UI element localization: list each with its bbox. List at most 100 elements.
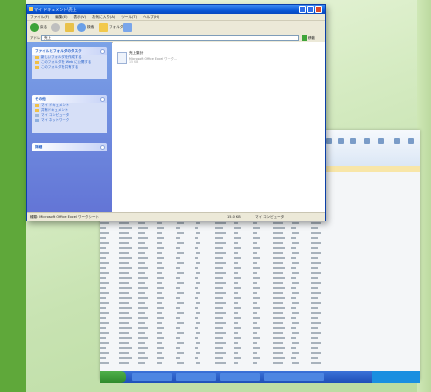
task-share-folder[interactable]: このフォルダを共有する [32,65,107,70]
maximize-button[interactable] [307,6,314,13]
table-cell [137,346,148,349]
chevron-up-icon[interactable] [100,96,105,102]
table-cell [176,351,184,354]
table-cell [272,276,286,279]
menu-tools[interactable]: ツール(T) [121,14,137,20]
details-header[interactable]: 詳細 [32,143,107,151]
table-cell [234,326,242,329]
table-cell [195,271,201,274]
selected-cells [322,166,420,172]
table-cell [233,321,239,324]
forward-icon[interactable] [51,23,60,32]
table-cell [291,301,300,304]
table-cell [273,231,283,234]
table-cell [100,321,109,324]
table-cell [175,266,181,269]
table-cell [100,221,109,224]
taskbar-item[interactable] [132,373,172,381]
place-my-network[interactable]: マイ ネットワーク [32,118,107,123]
start-button[interactable] [100,371,126,383]
up-folder-icon[interactable] [65,23,74,32]
menu-file[interactable]: ファイル(F) [30,14,49,20]
table-cell [291,276,296,279]
table-cell [253,226,260,229]
ribbon-icon[interactable] [378,138,384,144]
go-arrow-icon[interactable] [302,35,307,41]
table-cell [119,246,132,249]
table-cell [215,296,224,299]
table-cell [137,311,146,314]
table-cell [215,271,226,274]
status-location: マイ コンピュータ [255,215,285,219]
status-size: 15.0 KB [227,215,241,219]
table-cell [118,361,129,364]
table-cell [100,316,107,319]
file-tasks-header[interactable]: ファイルとフォルダのタスク [32,47,107,55]
menu-edit[interactable]: 編集(E) [55,14,67,20]
search-label[interactable]: 検索 [87,25,94,30]
table-cell [253,346,260,349]
table-cell [119,326,132,329]
table-cell [234,276,242,279]
back-icon[interactable] [30,23,39,32]
table-cell [100,226,107,229]
table-cell [176,311,184,314]
ribbon-icon[interactable] [338,138,344,144]
close-button[interactable] [315,6,322,13]
search-icon[interactable] [77,23,86,32]
table-cell [137,281,146,284]
table-cell [195,321,201,324]
table-cell [234,256,242,259]
taskbar-item[interactable] [176,373,216,381]
table-cell [176,321,184,324]
table-cell [157,281,162,284]
table-cell [100,281,109,284]
table-cell [156,256,164,259]
go-label[interactable]: 移動 [308,36,315,41]
folders-label[interactable]: フォルダ [109,25,123,30]
globe-icon [35,61,39,64]
table-cell [311,231,321,234]
ribbon-icon[interactable] [394,138,400,144]
folders-icon[interactable] [99,23,108,32]
menu-favorites[interactable]: お気に入り(A) [92,14,115,20]
table-cell [311,251,321,254]
menu-view[interactable]: 表示(V) [74,14,86,20]
table-cell [215,281,226,284]
taskbar-item[interactable] [264,373,324,381]
taskbar-item[interactable] [220,373,260,381]
table-cell [118,251,129,254]
ribbon-icon[interactable] [350,138,356,144]
menu-help[interactable]: ヘルプ(H) [143,14,159,20]
network-icon [35,119,39,122]
spreadsheet-grid[interactable] [100,220,420,370]
back-label[interactable]: 戻る [40,25,47,30]
views-icon[interactable] [123,23,132,32]
table-cell [195,311,201,314]
table-cell [311,281,321,284]
table-cell [119,316,132,319]
table-cell [215,236,224,239]
table-cell [119,336,132,339]
table-cell [215,291,226,294]
title-bar[interactable]: マイ ドキュメント\売上 [27,5,325,14]
ribbon-icon[interactable] [326,138,332,144]
table-cell [311,351,321,354]
table-cell [100,306,107,309]
table-cell [253,266,260,269]
other-places-header[interactable]: その他 [32,95,107,103]
chevron-down-icon[interactable] [100,144,105,150]
table-cell [157,361,162,364]
table-cell [195,361,201,364]
address-input[interactable]: 売上 [41,35,299,41]
table-cell [253,356,260,359]
table-cell [310,286,318,289]
ribbon-icon[interactable] [364,138,370,144]
ribbon-icon[interactable] [408,138,414,144]
chevron-up-icon[interactable] [100,48,105,54]
table-cell [234,286,242,289]
file-item[interactable]: 売上集計 Microsoft Office Excel ワーク... 15 KB [117,50,207,70]
table-cell [233,241,239,244]
task-label: 新しいフォルダを作成する [41,55,82,59]
minimize-button[interactable] [299,6,306,13]
